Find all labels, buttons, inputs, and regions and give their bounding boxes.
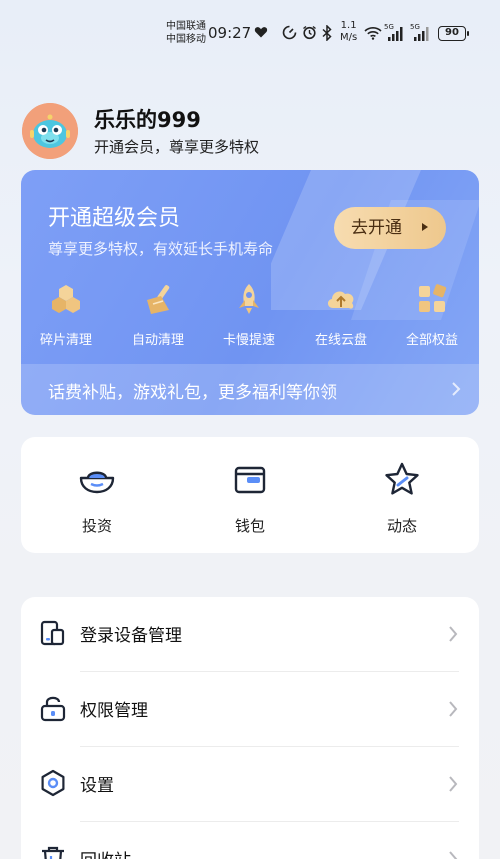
chevron-right-icon <box>449 776 458 792</box>
benefit-label: 卡慢提速 <box>222 333 275 348</box>
cloud-upload-icon <box>327 291 354 309</box>
network-speed-value: 1.1 <box>340 20 357 31</box>
menu-item-recycle-bin[interactable]: 回收站 <box>21 822 479 859</box>
clock: 09:27 <box>208 24 252 42</box>
heart-icon <box>254 27 268 38</box>
menu-item-label: 权限管理 <box>80 701 148 721</box>
signal-tag-2: 5G <box>410 23 420 31</box>
broom-icon <box>147 285 170 314</box>
profile-subtitle: 开通会员，尊享更多特权 <box>94 138 260 156</box>
vip-subtitle: 尊享更多特权，有效延长手机寿命 <box>48 240 274 258</box>
data-saver-icon <box>282 25 297 40</box>
benefit-cloud-disk[interactable]: 在线云盘 <box>296 282 386 348</box>
signal-icon-2: 5G <box>410 23 429 41</box>
chevron-right-icon <box>449 626 458 642</box>
open-vip-button[interactable]: 去开通 <box>334 207 446 249</box>
carrier-2: 中国移动 <box>166 34 206 45</box>
menu-item-label: 登录设备管理 <box>80 626 182 646</box>
star-icon <box>385 462 419 495</box>
quick-item-label: 动态 <box>386 517 417 535</box>
robot-avatar-icon <box>22 103 78 159</box>
quick-item-invest[interactable]: 投资 <box>47 461 147 536</box>
benefit-fragment-clean[interactable]: 碎片清理 <box>21 282 111 348</box>
open-vip-button-label: 去开通 <box>351 218 402 238</box>
benefit-speed-up[interactable]: 卡慢提速 <box>204 282 294 348</box>
status-bar: 中国联通 中国移动 09:27 1.1 M/s 5G 5G 90 <box>0 18 500 50</box>
signal-icon: 5G <box>384 23 403 41</box>
quick-item-wallet[interactable]: 钱包 <box>200 461 300 536</box>
menu-item-settings[interactable]: 设置 <box>21 747 479 822</box>
menu-item-label: 设置 <box>80 776 114 796</box>
rocket-icon <box>239 284 259 314</box>
benefit-label: 自动清理 <box>131 333 184 348</box>
fragments-icon <box>52 285 80 313</box>
network-speed: 1.1 M/s <box>340 20 357 44</box>
trash-icon <box>42 846 64 859</box>
carrier-1: 中国联通 <box>166 21 206 32</box>
settings-list: 登录设备管理 权限管理 设置 <box>21 597 479 859</box>
benefit-label: 全部权益 <box>405 333 458 348</box>
wallet-icon <box>234 466 266 494</box>
chevron-right-icon <box>452 382 461 396</box>
ingot-icon <box>79 471 115 494</box>
vip-card[interactable]: 开通超级会员 尊享更多特权，有效延长手机寿命 去开通 碎片清理 自动清理 卡慢提… <box>21 170 479 415</box>
vip-promo-banner[interactable]: 话费补贴，游戏礼包，更多福利等你领 <box>21 364 479 415</box>
signal-tag: 5G <box>384 23 394 31</box>
network-speed-unit: M/s <box>340 32 358 43</box>
lock-icon <box>40 696 66 722</box>
chevron-right-icon <box>449 701 458 717</box>
benefit-auto-clean[interactable]: 自动清理 <box>113 282 203 348</box>
vip-title: 开通超级会员 <box>48 206 181 231</box>
play-arrow-icon <box>422 223 428 231</box>
quick-item-feed[interactable]: 动态 <box>352 461 452 536</box>
carrier-info: 中国联通 中国移动 <box>166 20 206 46</box>
alarm-icon <box>303 25 316 40</box>
bluetooth-icon <box>322 25 332 41</box>
grid-icon <box>419 284 447 312</box>
menu-item-label: 回收站 <box>80 846 131 859</box>
settings-icon <box>41 769 65 797</box>
wifi-icon <box>364 27 382 40</box>
benefit-label: 在线云盘 <box>314 333 367 348</box>
quick-item-label: 投资 <box>81 517 112 535</box>
menu-item-device-management[interactable]: 登录设备管理 <box>21 597 479 672</box>
benefit-label: 碎片清理 <box>39 333 92 348</box>
quick-actions-card: 投资 钱包 动态 <box>21 437 479 553</box>
benefit-all[interactable]: 全部权益 <box>387 282 477 348</box>
vip-promo-text: 话费补贴，游戏礼包，更多福利等你领 <box>48 383 337 403</box>
chevron-right-icon <box>449 851 458 859</box>
avatar[interactable] <box>22 103 78 159</box>
quick-item-label: 钱包 <box>234 517 265 535</box>
username[interactable]: 乐乐的999 <box>94 104 201 134</box>
devices-icon <box>40 620 65 646</box>
battery-indicator: 90 <box>438 26 469 41</box>
menu-item-permissions[interactable]: 权限管理 <box>21 672 479 747</box>
